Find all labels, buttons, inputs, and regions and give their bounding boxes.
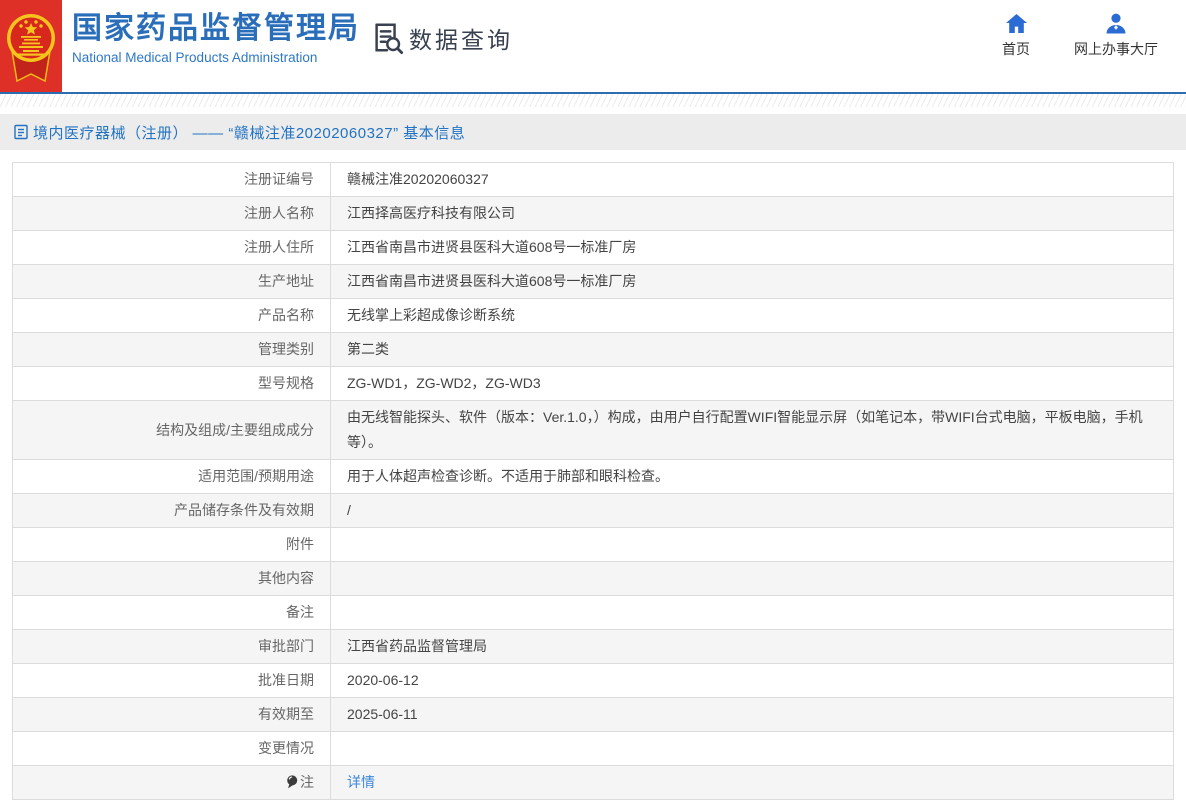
table-row: 附件 [12, 527, 1174, 562]
row-label: 管理类别 [12, 332, 331, 367]
breadcrumb: 境内医疗器械（注册） —— “赣械注准20202060327” 基本信息 [0, 114, 1186, 150]
national-emblem-icon [0, 0, 62, 92]
row-label: 注册人住所 [12, 230, 331, 265]
row-label: 注 [12, 765, 331, 800]
nav-home-label: 首页 [1002, 41, 1030, 57]
table-row: 其他内容 [12, 561, 1174, 596]
site-header: 国家药品监督管理局 National Medical Products Admi… [0, 0, 1186, 92]
hatch-band [0, 94, 1186, 107]
row-value [330, 527, 1174, 562]
row-label: 备注 [12, 595, 331, 630]
table-row: 产品名称 无线掌上彩超成像诊断系统 [12, 298, 1174, 333]
row-value: 2025-06-11 [330, 697, 1174, 732]
table-row: 注册证编号 赣械注准20202060327 [12, 162, 1174, 197]
table-row: 有效期至 2025-06-11 [12, 697, 1174, 732]
row-value: ZG-WD1，ZG-WD2，ZG-WD3 [330, 366, 1174, 401]
table-row: 批准日期 2020-06-12 [12, 663, 1174, 698]
section-title-label: 数据查询 [409, 27, 513, 53]
row-label: 注册证编号 [12, 162, 331, 197]
row-value [330, 561, 1174, 596]
row-value: 江西省南昌市进贤县医科大道608号一标准厂房 [330, 264, 1174, 299]
row-value: 第二类 [330, 332, 1174, 367]
row-label: 产品名称 [12, 298, 331, 333]
table-row: 生产地址 江西省南昌市进贤县医科大道608号一标准厂房 [12, 264, 1174, 299]
top-nav: 首页 网上办事大厅 [1002, 13, 1158, 59]
user-icon [1105, 13, 1127, 34]
detail-table: 注册证编号 赣械注准20202060327 注册人名称 江西择高医疗科技有限公司 注册人… [12, 162, 1174, 800]
row-value: 由无线智能探头、软件（版本：Ver.1.0，）构成，由用户自行配置WIFI智能显… [330, 400, 1174, 460]
row-label: 其他内容 [12, 561, 331, 596]
row-value: 江西择高医疗科技有限公司 [330, 196, 1174, 231]
table-row: 适用范围/预期用途 用于人体超声检查诊断。不适用于肺部和眼科检查。 [12, 459, 1174, 494]
brand: 国家药品监督管理局 National Medical Products Admi… [72, 11, 360, 65]
row-label: 产品储存条件及有效期 [12, 493, 331, 528]
row-value [330, 595, 1174, 630]
row-value: / [330, 493, 1174, 528]
table-row: 管理类别 第二类 [12, 332, 1174, 367]
document-icon [14, 124, 28, 140]
table-row: 注详情 [12, 765, 1174, 800]
row-label: 变更情况 [12, 731, 331, 766]
row-value [330, 731, 1174, 766]
data-query-icon [370, 21, 404, 55]
table-row: 产品储存条件及有效期 / [12, 493, 1174, 528]
detail-table-body: 注册证编号 赣械注准20202060327 注册人名称 江西择高医疗科技有限公司 注册人… [12, 162, 1174, 800]
row-value: 2020-06-12 [330, 663, 1174, 698]
balloon-icon [286, 775, 298, 789]
row-value: 江西省药品监督管理局 [330, 629, 1174, 664]
row-label: 适用范围/预期用途 [12, 459, 331, 494]
section-title: 数据查询 [370, 21, 513, 55]
brand-title-en: National Medical Products Administration [72, 50, 318, 65]
table-row: 变更情况 [12, 731, 1174, 766]
table-row: 备注 [12, 595, 1174, 630]
table-row: 注册人住所 江西省南昌市进贤县医科大道608号一标准厂房 [12, 230, 1174, 265]
table-row: 结构及组成/主要组成成分 由无线智能探头、软件（版本：Ver.1.0，）构成，由用… [12, 400, 1174, 460]
registration-detail: 注册证编号 赣械注准20202060327 注册人名称 江西择高医疗科技有限公司 注册人… [12, 162, 1174, 800]
row-label: 型号规格 [12, 366, 331, 401]
table-row: 审批部门 江西省药品监督管理局 [12, 629, 1174, 664]
table-row: 注册人名称 江西择高医疗科技有限公司 [12, 196, 1174, 231]
home-icon [1005, 13, 1028, 34]
detail-link[interactable]: 详情 [347, 774, 375, 790]
row-label: 附件 [12, 527, 331, 562]
row-value: 江西省南昌市进贤县医科大道608号一标准厂房 [330, 230, 1174, 265]
page-title: 境内医疗器械（注册） —— “赣械注准20202060327” 基本信息 [33, 124, 466, 142]
row-label: 结构及组成/主要组成成分 [12, 400, 331, 460]
nav-item-home[interactable]: 首页 [1002, 13, 1030, 59]
row-label: 审批部门 [12, 629, 331, 664]
row-value: 用于人体超声检查诊断。不适用于肺部和眼科检查。 [330, 459, 1174, 494]
brand-title-cn: 国家药品监督管理局 [72, 12, 360, 45]
row-label: 注册人名称 [12, 196, 331, 231]
row-label: 有效期至 [12, 697, 331, 732]
row-label: 批准日期 [12, 663, 331, 698]
row-value: 赣械注准20202060327 [330, 162, 1174, 197]
nav-service-hall-label: 网上办事大厅 [1074, 41, 1158, 57]
row-value: 详情 [330, 765, 1174, 800]
nav-item-service-hall[interactable]: 网上办事大厅 [1074, 13, 1158, 59]
row-label: 生产地址 [12, 264, 331, 299]
row-value: 无线掌上彩超成像诊断系统 [330, 298, 1174, 333]
table-row: 型号规格 ZG-WD1，ZG-WD2，ZG-WD3 [12, 366, 1174, 401]
